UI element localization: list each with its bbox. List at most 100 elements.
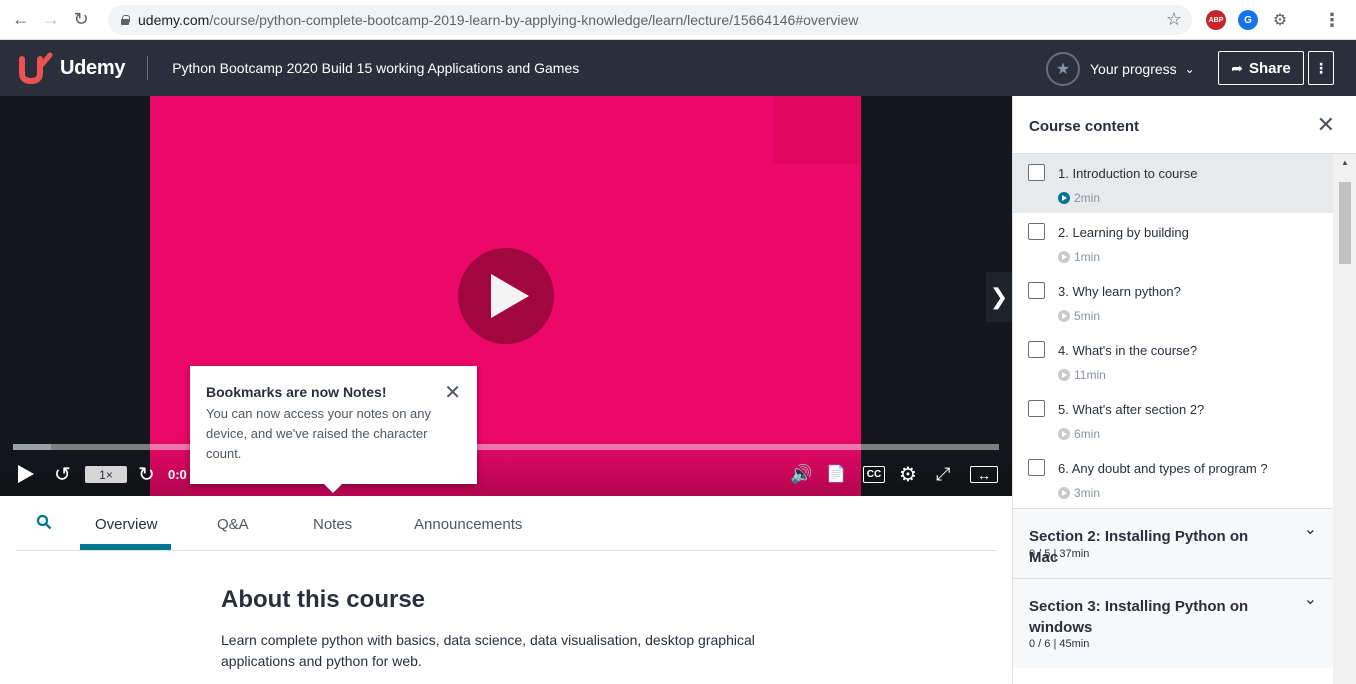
lecture-duration: 3min: [1058, 486, 1100, 500]
player-controls: ↺ 1× ↻ 0:0 🔊 📄 CC ⚙ ⤢ ↔: [0, 456, 1012, 492]
active-tab-underline: [80, 544, 171, 550]
share-arrow-icon: ➦: [1231, 59, 1244, 76]
back-arrow-icon[interactable]: ←: [6, 5, 36, 35]
play-button-large[interactable]: [458, 248, 554, 344]
lecture-checkbox[interactable]: [1028, 223, 1045, 240]
tab-qa[interactable]: Q&A: [217, 516, 249, 533]
chevron-down-icon[interactable]: ⌄: [1304, 589, 1317, 609]
progress-dropdown[interactable]: ★ Your progress ⌄: [1046, 52, 1195, 86]
lecture-list: 1. Introduction to course 2min 2. Learni…: [1013, 154, 1333, 508]
lecture-item[interactable]: 3. Why learn python? 5min: [1013, 272, 1333, 331]
lecture-duration: 5min: [1058, 309, 1100, 323]
header-divider: [147, 56, 149, 80]
tab-notes[interactable]: Notes: [313, 516, 352, 533]
udemy-logo[interactable]: Udemy: [16, 49, 126, 87]
captions-button[interactable]: CC: [863, 466, 885, 483]
section-title: Section 3: Installing Python on windows: [1029, 598, 1249, 636]
lecture-title: 1. Introduction to course: [1058, 166, 1198, 181]
video-play-icon: [1058, 192, 1070, 204]
more-options-button[interactable]: ⋮: [1308, 51, 1334, 85]
lecture-title: 4. What's in the course?: [1058, 343, 1198, 358]
section-header[interactable]: Section 2: Installing Python on Mac 0 / …: [1013, 508, 1333, 578]
tooltip-body: You can now access your notes on any dev…: [206, 406, 431, 461]
notes-tooltip: Bookmarks are now Notes! You can now acc…: [190, 366, 477, 493]
course-header: Udemy Python Bootcamp 2020 Build 15 work…: [0, 40, 1356, 96]
lecture-checkbox[interactable]: [1028, 282, 1045, 299]
seek-buffer: [13, 444, 51, 450]
next-lecture-arrow-icon[interactable]: ❯: [986, 272, 1012, 322]
lecture-title: 3. Why learn python?: [1058, 284, 1181, 299]
course-content-sidebar: Course content ✕ 1. Introduction to cour…: [1012, 96, 1356, 684]
forward-icon[interactable]: ↻: [138, 462, 155, 486]
lecture-item[interactable]: 5. What's after section 2? 6min: [1013, 390, 1333, 449]
course-title[interactable]: Python Bootcamp 2020 Build 15 working Ap…: [172, 60, 579, 76]
chevron-down-icon: ⌄: [1184, 62, 1195, 76]
lecture-title: 2. Learning by building: [1058, 225, 1189, 240]
extensions-puzzle-icon[interactable]: ⚙: [1270, 10, 1290, 30]
chevron-down-icon[interactable]: ⌄: [1304, 519, 1317, 539]
forward-arrow-icon[interactable]: →: [36, 5, 66, 35]
section-header[interactable]: Section 3: Installing Python on windows …: [1013, 578, 1333, 668]
lecture-checkbox[interactable]: [1028, 400, 1045, 417]
video-play-icon: [1058, 251, 1070, 263]
lecture-title: 5. What's after section 2?: [1058, 402, 1205, 417]
sidebar-header: Course content ✕: [1013, 96, 1356, 154]
tab-announcements[interactable]: Announcements: [414, 516, 522, 533]
settings-gear-icon[interactable]: ⚙: [899, 462, 917, 486]
tab-overview[interactable]: Overview: [95, 516, 158, 533]
share-label: Share: [1249, 59, 1291, 77]
video-player[interactable]: ❯ ↺ 1× ↻ 0:0 🔊 📄 CC ⚙ ⤢ ↔: [0, 96, 1012, 496]
video-play-icon: [1058, 487, 1070, 499]
scroll-thumb[interactable]: [1339, 182, 1351, 264]
lecture-duration: 6min: [1058, 427, 1100, 441]
progress-label: Your progress: [1090, 61, 1177, 77]
bookmark-star-icon[interactable]: ☆: [1166, 9, 1182, 30]
about-title: About this course: [221, 586, 426, 613]
browser-menu-icon[interactable]: ⋮: [1322, 10, 1342, 30]
close-icon[interactable]: ✕: [444, 380, 461, 405]
logo-text: Udemy: [60, 56, 126, 79]
lecture-item[interactable]: 4. What's in the course? 11min: [1013, 331, 1333, 390]
lecture-duration: 11min: [1058, 368, 1106, 382]
course-tabs: Overview Q&A Notes Announcements: [16, 496, 996, 551]
url-text[interactable]: udemy.com/course/python-complete-bootcam…: [138, 12, 858, 28]
share-button[interactable]: ➦ Share: [1218, 51, 1304, 85]
address-bar[interactable]: udemy.com/course/python-complete-bootcam…: [108, 5, 1192, 35]
scroll-up-icon[interactable]: ▲: [1341, 158, 1349, 167]
search-icon[interactable]: [36, 514, 52, 530]
sidebar-title: Course content: [1029, 118, 1140, 135]
video-play-icon: [1058, 310, 1070, 322]
reload-icon[interactable]: ↻: [66, 5, 96, 35]
adblock-extension-icon[interactable]: ABP: [1206, 10, 1226, 30]
time-display: 0:0: [168, 466, 187, 482]
tooltip-title: Bookmarks are now Notes!: [206, 384, 387, 400]
seek-bar[interactable]: [13, 444, 999, 450]
udemy-logo-icon: [19, 52, 53, 85]
lecture-duration: 1min: [1058, 250, 1100, 264]
lecture-title: 6. Any doubt and types of program ?: [1058, 461, 1268, 476]
lock-icon: [120, 15, 130, 25]
lecture-checkbox[interactable]: [1028, 459, 1045, 476]
lecture-item[interactable]: 6. Any doubt and types of program ? 3min: [1013, 449, 1333, 508]
transcript-icon[interactable]: 📄: [826, 462, 846, 486]
close-sidebar-icon[interactable]: ✕: [1317, 112, 1335, 138]
grammarly-extension-icon[interactable]: G: [1238, 10, 1258, 30]
trophy-icon: ★: [1046, 52, 1080, 86]
sidebar-scrollbar[interactable]: ▲: [1333, 154, 1356, 684]
volume-icon[interactable]: 🔊: [790, 462, 812, 486]
video-decoration: [773, 96, 861, 164]
lecture-item[interactable]: 1. Introduction to course 2min: [1013, 154, 1333, 213]
section-meta: 0 / 5 | 37min: [1029, 548, 1090, 560]
theatre-mode-icon[interactable]: ↔: [970, 466, 998, 483]
play-icon[interactable]: [18, 462, 34, 486]
playback-speed-button[interactable]: 1×: [85, 466, 127, 483]
video-play-icon: [1058, 369, 1070, 381]
about-description: Learn complete python with basics, data …: [221, 632, 755, 669]
lecture-duration: 2min: [1058, 191, 1100, 205]
lecture-item[interactable]: 2. Learning by building 1min: [1013, 213, 1333, 272]
browser-toolbar: ← → ↻ udemy.com/course/python-complete-b…: [0, 0, 1356, 40]
fullscreen-icon[interactable]: ⤢: [936, 462, 950, 486]
lecture-checkbox[interactable]: [1028, 341, 1045, 358]
lecture-checkbox[interactable]: [1028, 164, 1045, 181]
rewind-icon[interactable]: ↺: [54, 462, 71, 486]
